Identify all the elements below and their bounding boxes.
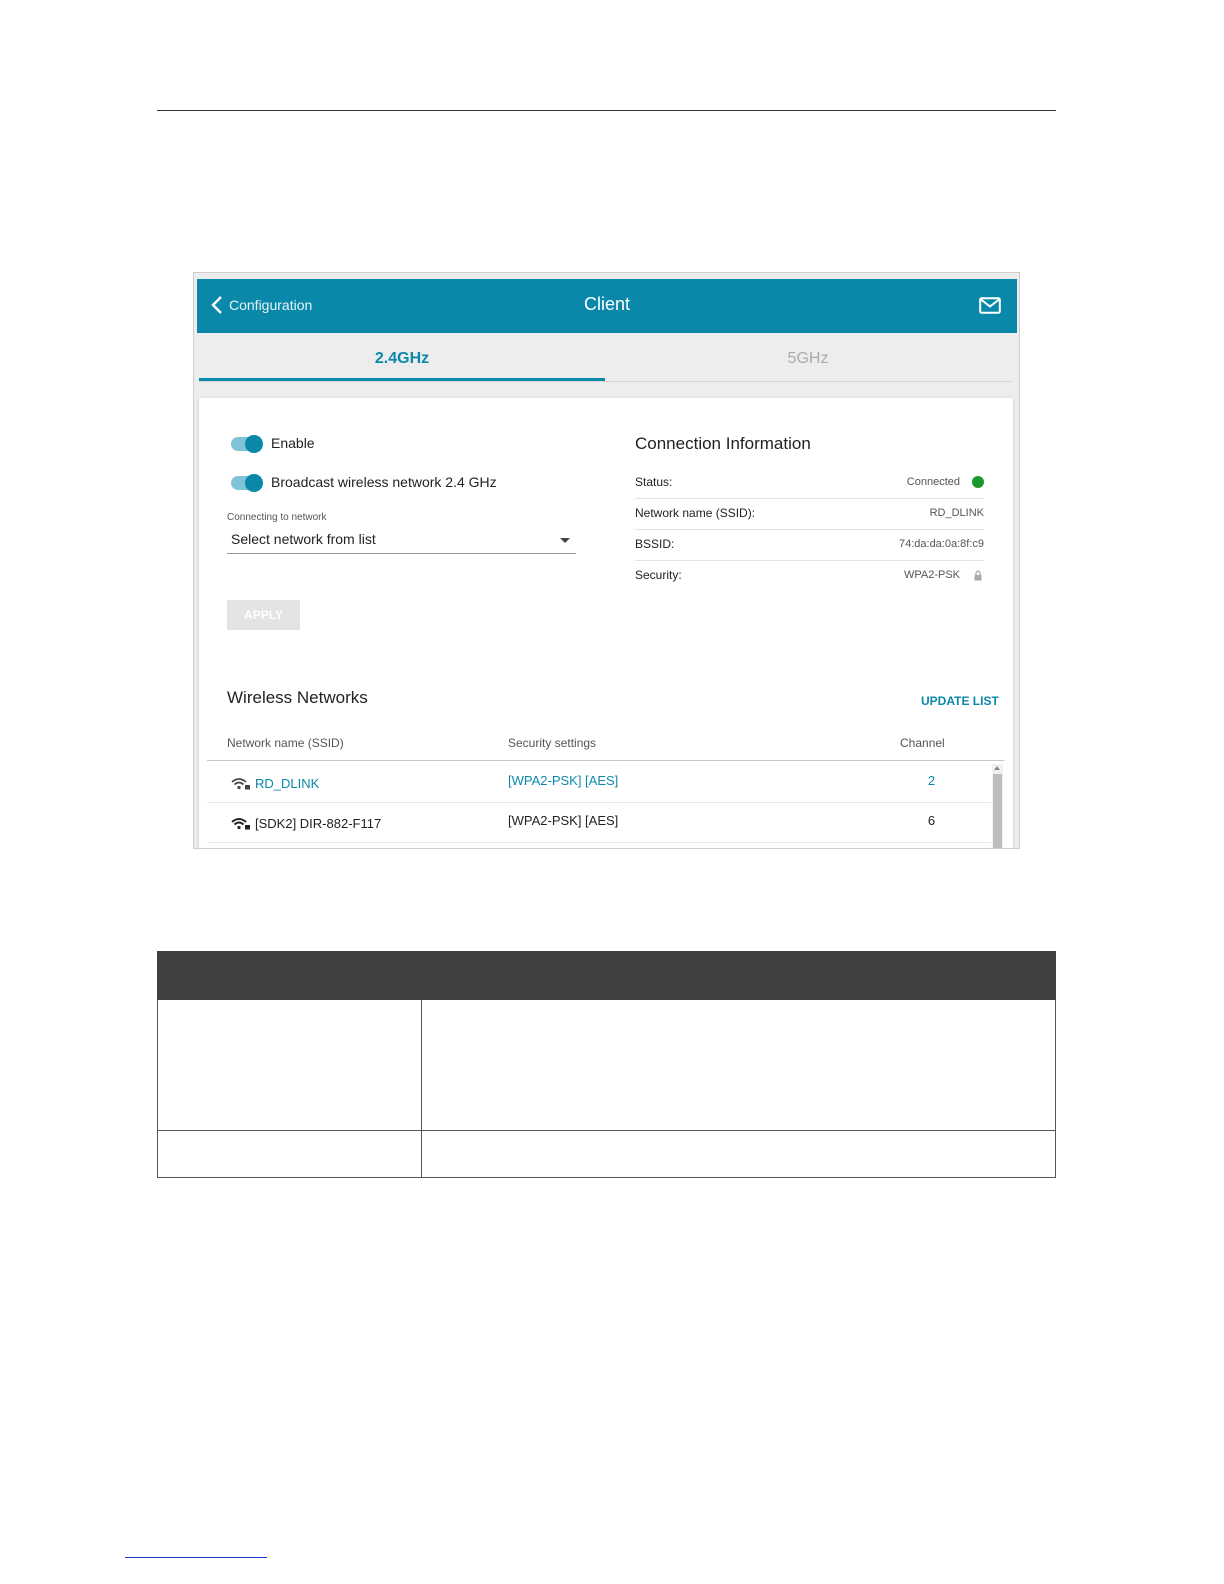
footer-link-rule: [125, 1557, 267, 1558]
table-row[interactable]: [SDK2] DIR-882-F117 [WPA2-PSK] [AES] 6: [207, 802, 991, 843]
security-value: WPA2-PSK: [903, 569, 960, 581]
network-security: [WPA2-PSK] [AES]: [508, 773, 619, 788]
update-list-button[interactable]: UPDATE LIST: [921, 694, 999, 708]
wifi-lock-icon: [231, 818, 250, 830]
network-select-caption: Connecting to network: [227, 512, 327, 523]
connection-info-title: Connection Information: [635, 434, 811, 453]
bssid-label: BSSID:: [635, 537, 675, 551]
caret-down-icon: [560, 538, 570, 543]
header-cell-parameter: [157, 951, 422, 1000]
column-security: Security settings: [508, 736, 597, 750]
status-value: Connected: [906, 476, 960, 488]
table-cell: [421, 1130, 1056, 1178]
app-header: Configuration Client: [197, 279, 1017, 333]
page-top-rule: [157, 110, 1056, 111]
status-dot-icon: [972, 476, 984, 488]
connection-security-row: Security: WPA2-PSK: [635, 561, 984, 591]
enable-toggle[interactable]: [231, 435, 263, 453]
lock-icon: [974, 570, 982, 581]
client-settings-screenshot: Configuration Client 2.4GHz 5GHz Enable …: [193, 272, 1020, 849]
networks-scrollbar[interactable]: [992, 764, 1003, 848]
ssid-value: RD_DLINK: [929, 507, 984, 519]
network-ssid: [SDK2] DIR-882-F117: [255, 816, 382, 831]
tab-5ghz[interactable]: 5GHz: [605, 333, 1011, 381]
column-channel: Channel: [900, 736, 945, 750]
table-cell: [157, 1130, 422, 1178]
table-cell: [421, 999, 1056, 1131]
mail-icon: [979, 297, 1001, 314]
tab-2-4ghz[interactable]: 2.4GHz: [199, 333, 605, 381]
wifi-lock-icon: [231, 778, 250, 790]
broadcast-label: Broadcast wireless network 2.4 GHz: [271, 474, 497, 490]
table-row: [157, 1130, 1056, 1178]
scrollbar-thumb[interactable]: [993, 774, 1002, 848]
enable-label: Enable: [271, 435, 315, 451]
column-ssid: Network name (SSID): [227, 736, 344, 750]
table-row: [157, 999, 1056, 1131]
table-cell: [157, 999, 422, 1131]
connection-bssid-row: BSSID: 74:da:da:0a:8f:c9: [635, 530, 984, 561]
connection-ssid-row: Network name (SSID): RD_DLINK: [635, 499, 984, 530]
table-row[interactable]: RD_DLINK [WPA2-PSK] [AES] 2: [207, 762, 991, 803]
status-label: Status:: [635, 475, 673, 489]
networks-table-header: Network name (SSID) Security settings Ch…: [207, 730, 1004, 761]
wireless-networks-title: Wireless Networks: [227, 688, 368, 707]
network-select-value: Select network from list: [231, 531, 376, 547]
parameter-table: [157, 951, 1056, 1178]
header-cell-description: [421, 951, 1056, 1000]
broadcast-toggle[interactable]: [231, 474, 263, 492]
scroll-up-arrow-icon[interactable]: [994, 766, 1000, 770]
connection-status-row: Status: Connected: [635, 468, 984, 499]
toggle-knob: [245, 435, 263, 453]
network-channel: 2: [927, 773, 936, 788]
bssid-value: 74:da:da:0a:8f:c9: [898, 538, 984, 550]
security-label: Security:: [635, 568, 682, 582]
parameter-table-header: [157, 951, 1056, 1000]
page-title: Client: [583, 294, 631, 314]
apply-button[interactable]: APPLY: [227, 600, 300, 630]
network-channel: 6: [927, 813, 936, 828]
network-ssid: RD_DLINK: [255, 776, 320, 791]
network-select[interactable]: Select network from list: [227, 526, 576, 554]
toggle-knob: [245, 474, 263, 492]
ssid-label: Network name (SSID):: [635, 506, 756, 520]
messages-button[interactable]: [979, 297, 1001, 319]
client-card: Enable Broadcast wireless network 2.4 GH…: [199, 398, 1013, 848]
band-tabs: 2.4GHz 5GHz: [199, 333, 1013, 382]
network-security: [WPA2-PSK] [AES]: [508, 813, 619, 828]
